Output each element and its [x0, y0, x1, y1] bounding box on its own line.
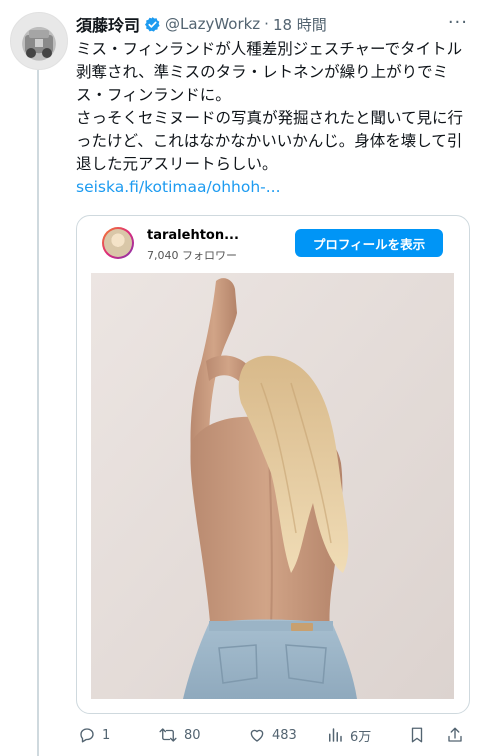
tweet-text: ミス・フィンランドが人種差別ジェスチャーでタイトル剥奪され、準ミスのタラ・レトネ…: [76, 38, 468, 199]
reply-button[interactable]: 1: [78, 724, 110, 746]
bookmark-icon: [411, 727, 423, 743]
retweet-button[interactable]: 80: [158, 724, 201, 746]
avatar-image: [25, 30, 53, 58]
more-options-icon[interactable]: ···: [448, 12, 468, 33]
retweet-count: 80: [184, 727, 201, 743]
separator: ·: [264, 15, 269, 33]
reply-icon: [80, 728, 94, 743]
instagram-embed-card[interactable]: taralehton... 7,040 フォロワー プロフィールを表示: [76, 215, 470, 714]
instagram-follower-count: 7,040 フォロワー: [147, 249, 237, 262]
like-button[interactable]: 483: [248, 724, 297, 746]
retweet-icon: [159, 728, 177, 742]
avatar[interactable]: [10, 12, 68, 70]
tweet-link[interactable]: seiska.fi/kotimaa/ohhoh-...: [76, 178, 281, 196]
views-button[interactable]: 6万: [326, 724, 371, 746]
display-name[interactable]: 須藤玲司: [76, 12, 140, 36]
like-count: 483: [272, 727, 297, 743]
instagram-username[interactable]: taralehton...: [147, 228, 239, 243]
tweet-header: 須藤玲司 @LazyWorkz · 18 時間 ···: [76, 12, 468, 36]
thread-line: [37, 70, 39, 756]
bookmark-button[interactable]: [408, 724, 426, 746]
reply-count: 1: [102, 727, 111, 743]
embedded-photo[interactable]: [91, 273, 454, 699]
analytics-icon: [329, 728, 342, 742]
share-icon: [448, 727, 462, 742]
share-button[interactable]: [446, 724, 464, 746]
timestamp[interactable]: 18 時間: [273, 14, 327, 35]
tweet-action-bar: 1 80 483 6万: [76, 724, 468, 746]
tweet-paragraph-1: ミス・フィンランドが人種差別ジェスチャーでタイトル剥奪され、準ミスのタラ・レトネ…: [76, 40, 463, 104]
verified-badge-icon: [145, 16, 160, 32]
heart-icon: [250, 729, 264, 742]
instagram-avatar[interactable]: [102, 227, 134, 259]
tweet-paragraph-2: さっそくセミヌードの写真が発掘されたと聞いて見に行ったけど、これはなかなかいいか…: [76, 109, 464, 173]
photo-illustration: [91, 273, 454, 699]
view-count: 6万: [350, 729, 372, 745]
view-profile-button[interactable]: プロフィールを表示: [295, 229, 443, 257]
handle[interactable]: @LazyWorkz: [165, 15, 260, 33]
